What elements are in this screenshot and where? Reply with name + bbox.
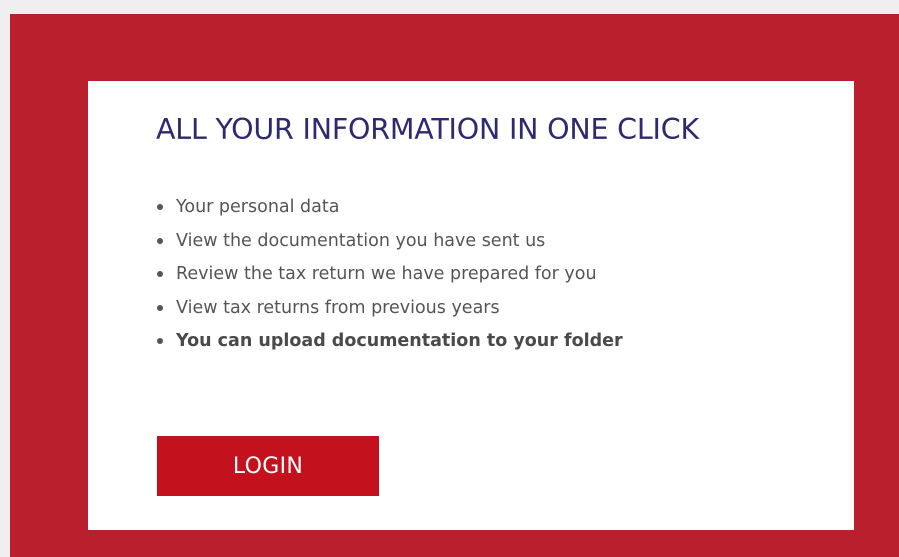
red-banner: ALL YOUR INFORMATION IN ONE CLICK Your p… (10, 14, 899, 557)
feature-list: Your personal data View the documentatio… (156, 194, 623, 362)
feature-item-documentation-sent: View the documentation you have sent us (156, 228, 623, 262)
feature-text: View tax returns from previous years (176, 297, 500, 318)
feature-item-previous-returns: View tax returns from previous years (156, 295, 623, 329)
bullet-icon (157, 338, 163, 344)
feature-text: You can upload documentation to your fol… (176, 331, 623, 351)
page: ALL YOUR INFORMATION IN ONE CLICK Your p… (0, 0, 899, 557)
bullet-icon (157, 237, 163, 244)
feature-text: View the documentation you have sent us (176, 230, 546, 251)
feature-item-review-tax-return: Review the tax return we have prepared f… (156, 261, 623, 295)
feature-item-personal-data: Your personal data (156, 194, 623, 228)
bullet-icon (157, 271, 163, 277)
feature-text: Your personal data (176, 197, 340, 217)
feature-item-upload-documentation: You can upload documentation to your fol… (156, 328, 623, 362)
card-title: ALL YOUR INFORMATION IN ONE CLICK (156, 113, 699, 146)
bullet-icon (157, 204, 163, 210)
login-button[interactable]: LOGIN (157, 436, 379, 496)
feature-text: Review the tax return we have prepared f… (176, 264, 597, 284)
info-card: ALL YOUR INFORMATION IN ONE CLICK Your p… (88, 81, 854, 530)
bullet-icon (157, 304, 163, 311)
